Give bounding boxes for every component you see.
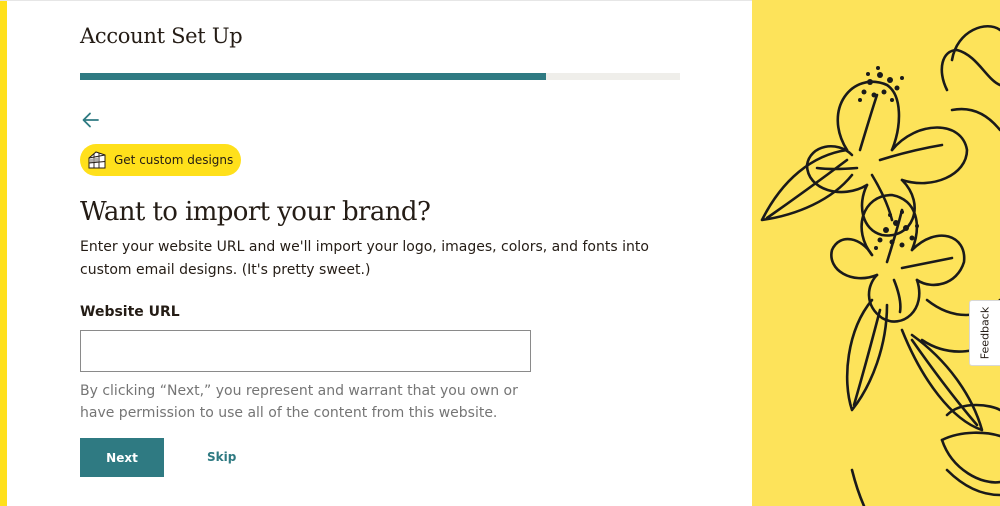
ownership-disclaimer: By clicking “Next,” you represent and wa… <box>80 383 518 421</box>
get-custom-designs-label: Get custom designs <box>114 153 234 167</box>
progress-bar <box>80 73 680 80</box>
feedback-tab[interactable]: Feedback <box>969 300 1000 366</box>
arrow-left-icon <box>82 112 99 128</box>
progress-bar-fill <box>80 73 547 80</box>
back-button[interactable] <box>80 109 102 131</box>
page-title: Account Set Up <box>80 24 243 48</box>
import-brand-description: Enter your website URL and we'll import … <box>80 239 649 278</box>
get-custom-designs-button[interactable]: Get custom designs <box>80 144 241 176</box>
import-brand-heading: Want to import your brand? <box>80 197 431 227</box>
design-grid-icon <box>85 148 109 172</box>
website-url-input[interactable] <box>80 330 531 372</box>
next-button[interactable]: Next <box>80 438 164 477</box>
setup-main-panel: Account Set Up Get custom designs Want t… <box>0 0 752 506</box>
flower-illustration-panel <box>752 0 1000 506</box>
feedback-label: Feedback <box>978 306 992 360</box>
flower-illustration <box>760 24 1000 506</box>
website-url-label: Website URL <box>80 304 180 320</box>
skip-link[interactable]: Skip <box>207 450 236 464</box>
